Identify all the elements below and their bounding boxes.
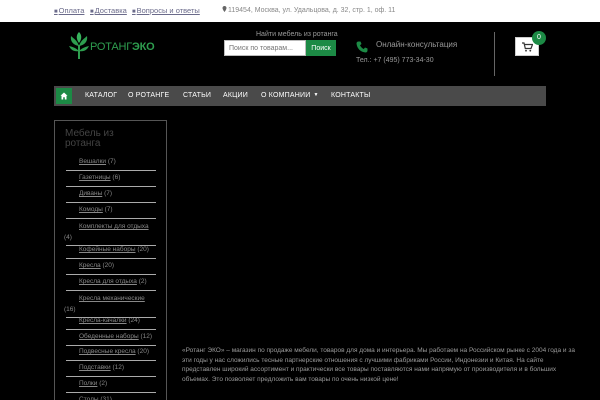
logo-text: РОТАНГЭКО bbox=[90, 41, 155, 53]
sidebar-category-item[interactable]: Комоды (7) bbox=[64, 206, 210, 214]
site-logo[interactable]: РОТАНГЭКО bbox=[68, 31, 158, 63]
category-divider bbox=[66, 202, 156, 203]
top-link-payment[interactable]: ■Оплата bbox=[54, 6, 84, 15]
top-link-delivery[interactable]: ■Доставка bbox=[90, 6, 127, 15]
category-name: Комоды bbox=[79, 206, 103, 213]
cart-icon bbox=[522, 42, 533, 52]
store-description: «Ротанг ЭКО» – магазин по продаже мебели… bbox=[182, 347, 575, 383]
nav-item-about-company[interactable]: О КОМПАНИИ ▼ bbox=[261, 92, 319, 99]
category-count: (31) bbox=[100, 396, 112, 400]
category-divider bbox=[66, 376, 156, 377]
category-name: Столы bbox=[79, 396, 99, 400]
search-label: Найти мебель из ротанга bbox=[256, 31, 338, 38]
category-divider bbox=[66, 170, 156, 171]
category-name: Диваны bbox=[79, 190, 103, 197]
category-name: Вешалки bbox=[79, 158, 107, 165]
category-divider bbox=[66, 392, 156, 393]
category-name: Обеденные наборы bbox=[79, 333, 139, 340]
category-divider bbox=[66, 329, 156, 330]
sidebar-title: Мебель из ротанга bbox=[65, 128, 114, 149]
category-count: (4) bbox=[64, 234, 72, 241]
category-divider bbox=[66, 274, 156, 275]
category-count: (2) bbox=[138, 278, 147, 285]
category-count: (12) bbox=[140, 333, 153, 340]
category-divider bbox=[66, 186, 156, 187]
sidebar-category-item[interactable]: Кресла-качалки (24) bbox=[64, 317, 210, 325]
cart-count-badge: 0 bbox=[532, 31, 546, 45]
search-button[interactable]: Поиск bbox=[306, 40, 336, 56]
phone-number[interactable]: Тел.: +7 (495) 773-34-30 bbox=[356, 57, 434, 64]
nav-item-contacts[interactable]: КОНТАКТЫ bbox=[331, 92, 370, 99]
header-divider bbox=[494, 32, 495, 76]
category-name: Кресла-качалки bbox=[79, 317, 127, 324]
category-count: (20) bbox=[137, 348, 149, 355]
sidebar-category-item[interactable]: Кресла для отдыха (2) bbox=[64, 278, 210, 286]
nav-item-articles[interactable]: СТАТЬИ bbox=[183, 92, 211, 99]
category-name: Полки bbox=[79, 380, 98, 387]
category-count: (7) bbox=[104, 190, 113, 197]
category-count: (20) bbox=[102, 262, 115, 269]
sidebar-category-item[interactable]: Столы (31) bbox=[64, 396, 210, 400]
category-name: Кресла механические bbox=[79, 295, 145, 302]
search-input[interactable] bbox=[224, 40, 306, 56]
category-name: Кофейные наборы bbox=[79, 246, 136, 253]
rattan-leaf-icon bbox=[69, 32, 89, 59]
main-nav: КАТАЛОГ О РОТАНГЕ СТАТЬИ АКЦИИ О КОМПАНИ… bbox=[54, 86, 546, 106]
sidebar-category-item[interactable]: Комплекты для отдыха (4) bbox=[64, 221, 156, 243]
category-name: Кресла для отдыха bbox=[79, 278, 137, 285]
category-divider bbox=[66, 360, 156, 361]
phone-icon bbox=[356, 41, 368, 53]
category-count: (12) bbox=[112, 364, 125, 371]
sidebar-category-item[interactable]: Газетницы (6) bbox=[64, 174, 210, 182]
category-name: Подвесные кресла bbox=[79, 348, 136, 355]
category-divider bbox=[66, 218, 156, 219]
category-name: Подставки bbox=[79, 364, 111, 371]
home-icon bbox=[60, 92, 68, 100]
category-count: (7) bbox=[107, 158, 116, 165]
category-count: (6) bbox=[112, 174, 121, 181]
category-name: Газетницы bbox=[79, 174, 111, 181]
category-name: Комплекты для отдыха bbox=[79, 223, 149, 230]
top-bar: ■Оплата ■Доставка ■Вопросы и ответы 1194… bbox=[0, 0, 600, 22]
sidebar-category-item[interactable]: Кресла (20) bbox=[64, 262, 210, 270]
category-count: (7) bbox=[104, 206, 113, 213]
top-link-faq[interactable]: ■Вопросы и ответы bbox=[132, 6, 200, 15]
category-count: (24) bbox=[128, 317, 140, 324]
sidebar-category-item[interactable]: Кофейные наборы (20) bbox=[64, 246, 210, 254]
category-count: (2) bbox=[99, 380, 108, 387]
location-pin-icon bbox=[222, 6, 227, 12]
category-name: Кресла bbox=[79, 262, 101, 269]
top-address: 119454, Москва, ул. Удальцова, д. 32, ст… bbox=[222, 6, 395, 14]
category-count: (16) bbox=[64, 306, 76, 313]
chevron-down-icon: ▼ bbox=[313, 92, 319, 98]
category-divider bbox=[66, 258, 156, 259]
category-divider bbox=[66, 345, 156, 346]
category-count: (20) bbox=[137, 246, 149, 253]
sidebar-category-item[interactable]: Вешалки (7) bbox=[64, 158, 210, 166]
nav-item-promotions[interactable]: АКЦИИ bbox=[223, 92, 248, 99]
sidebar-category-item[interactable]: Обеденные наборы (12) bbox=[64, 333, 210, 341]
nav-item-about-rattan[interactable]: О РОТАНГЕ bbox=[128, 92, 169, 99]
nav-item-catalog[interactable]: КАТАЛОГ bbox=[85, 92, 117, 99]
sidebar-category-item[interactable]: Диваны (7) bbox=[64, 190, 210, 198]
nav-home-button[interactable] bbox=[56, 88, 72, 104]
online-consultation-label[interactable]: Онлайн-консультация bbox=[376, 40, 457, 49]
sidebar-category-item[interactable]: Кресла механические (16) bbox=[64, 293, 156, 315]
category-divider bbox=[66, 290, 156, 291]
